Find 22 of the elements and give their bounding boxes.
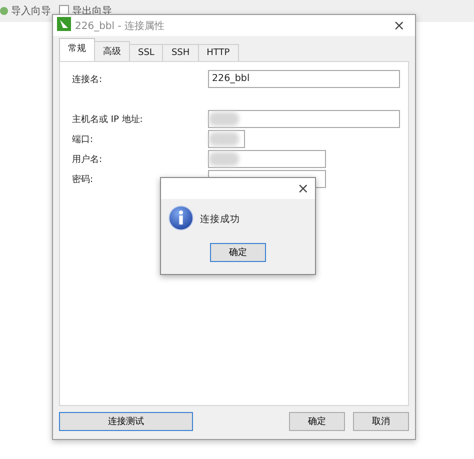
tab[interactable]: HTTP [198, 44, 239, 61]
input-field[interactable]: 226_bbl [208, 70, 400, 88]
input-field[interactable] [208, 130, 245, 148]
toolbar-button-label[interactable]: 导入向导 [11, 4, 51, 18]
input-field[interactable] [208, 150, 326, 168]
close-button[interactable]: × [387, 18, 411, 34]
ok-button[interactable]: 确定 [289, 412, 345, 431]
tab[interactable]: 高级 [94, 41, 130, 61]
field-label: 连接名: [72, 74, 104, 86]
message-text: 连接成功 [200, 213, 240, 226]
field-label: 密码: [72, 174, 94, 186]
input-field[interactable] [208, 110, 400, 128]
window-title: 226_bbl - 连接属性 [75, 20, 166, 32]
plus-circle-icon[interactable] [0, 7, 8, 15]
close-button[interactable]: × [291, 180, 315, 196]
test-connection-button[interactable]: 连接测试 [59, 412, 193, 431]
tab[interactable]: 常规 [59, 38, 95, 61]
cancel-button[interactable]: 取消 [353, 412, 409, 431]
ok-button[interactable]: 确定 [210, 243, 266, 262]
field-label: 主机名或 IP 地址: [72, 114, 144, 126]
field-label: 用户名: [72, 154, 104, 166]
field-label: 端口: [72, 134, 94, 146]
